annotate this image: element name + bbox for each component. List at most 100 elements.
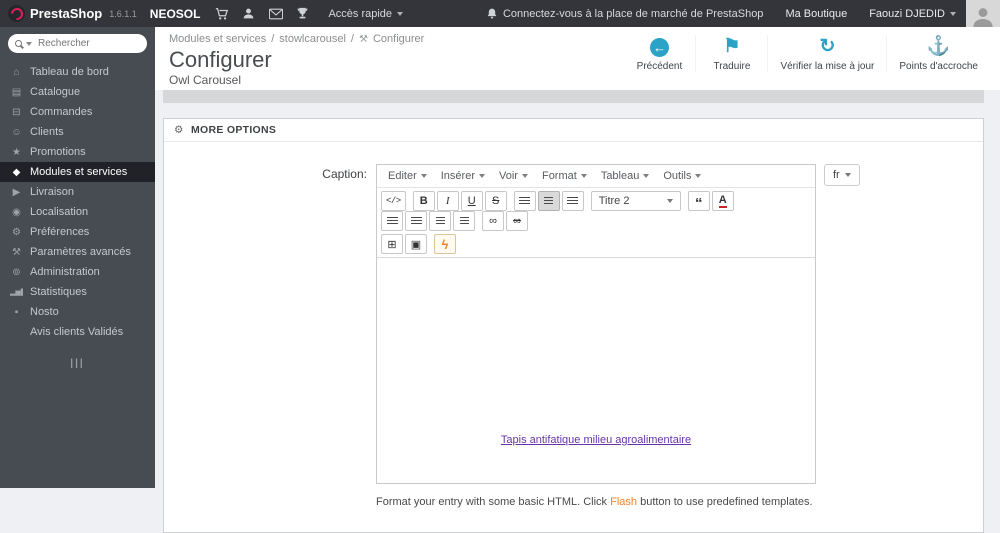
shop-name: NEOSOL: [150, 7, 201, 21]
action-label: Vérifier la mise à jour: [780, 61, 874, 72]
version-label: 1.6.1.1: [109, 9, 137, 19]
search-input[interactable]: [36, 37, 140, 50]
caption-form-row: Caption: Editer Insérer Voir Format: [164, 142, 983, 484]
sidebar-item-catalogue[interactable]: ▤ Catalogue: [0, 82, 155, 102]
nosto-icon: ▪: [10, 307, 23, 318]
sidebar-item-localisation[interactable]: ◉ Localisation: [0, 202, 155, 222]
sidebar-item-modules-et-services[interactable]: ◆ Modules et services: [0, 162, 155, 182]
avatar[interactable]: [966, 0, 1000, 27]
sidebar-item-administration[interactable]: ⊚ Administration: [0, 262, 155, 282]
source-code-button[interactable]: </>: [381, 191, 406, 211]
mail-icon[interactable]: [262, 0, 289, 27]
content-link[interactable]: Tapis antifatique milieu agroalimentaire: [501, 434, 691, 446]
table-button[interactable]: ⊞: [381, 234, 403, 254]
menu-format[interactable]: Format: [535, 167, 594, 185]
breadcrumb-modules[interactable]: Modules et services: [169, 33, 266, 45]
brand-name: PrestaShop: [30, 6, 102, 21]
administration-icon: ⊚: [10, 267, 23, 278]
check-update-button[interactable]: ↻ Vérifier la mise à jour: [767, 35, 886, 72]
breadcrumb-module-name[interactable]: stowlcarousel: [279, 33, 346, 45]
align-left-button[interactable]: [514, 191, 536, 211]
refresh-icon: ↻: [780, 35, 874, 59]
bold-button[interactable]: B: [413, 191, 435, 211]
editor-toolbar-row-2: ⊞ ▣ ϟ: [377, 231, 815, 257]
chevron-down-icon: [643, 174, 649, 178]
search-icon: [15, 40, 22, 47]
unlink-button[interactable]: ∞: [506, 211, 528, 231]
sidebar: ⌂ Tableau de bord ▤ Catalogue ⊟ Commande…: [0, 27, 155, 488]
flash-templates-button[interactable]: ϟ: [434, 234, 456, 254]
collapsed-panel-strip: [163, 90, 984, 103]
strikethrough-button[interactable]: S: [485, 191, 507, 211]
sidebar-item-nosto[interactable]: ▪ Nosto: [0, 302, 155, 322]
user-name-label: Faouzi DJEDID: [869, 8, 945, 20]
editor-menubar: Editer Insérer Voir Format Tableau: [377, 165, 815, 188]
main-content: Modules et services / stowlcarousel / ⚒ …: [155, 27, 1000, 488]
chevron-down-icon: [950, 12, 956, 16]
sidebar-item-parametres-avances[interactable]: ⚒ Paramètres avancés: [0, 242, 155, 262]
breadcrumb-separator: /: [351, 33, 354, 45]
localization-icon: ◉: [10, 207, 23, 218]
menu-table[interactable]: Tableau: [594, 167, 657, 185]
dashboard-icon: ⌂: [10, 67, 23, 78]
cart-icon[interactable]: [208, 0, 235, 27]
page-subtitle: Owl Carousel: [169, 73, 1000, 87]
menu-view[interactable]: Voir: [492, 167, 535, 185]
chevron-down-icon[interactable]: [26, 42, 32, 46]
numbered-list-button[interactable]: [405, 211, 427, 231]
menu-insert[interactable]: Insérer: [434, 167, 492, 185]
sidebar-item-commandes[interactable]: ⊟ Commandes: [0, 102, 155, 122]
image-button[interactable]: ▣: [405, 234, 427, 254]
stats-icon: ▂▅▇: [10, 288, 23, 296]
numbered-list-icon: [411, 217, 422, 226]
bullet-list-button[interactable]: [381, 211, 403, 231]
breadcrumb-current: Configurer: [373, 33, 424, 45]
translate-button[interactable]: ⚑ Traduire: [695, 35, 767, 72]
menu-tools[interactable]: Outils: [656, 167, 708, 185]
sidebar-collapse-toggle[interactable]: |||: [0, 358, 155, 369]
underline-button[interactable]: U: [461, 191, 483, 211]
quick-access-label: Accès rapide: [328, 8, 392, 20]
rich-text-editor: Editer Insérer Voir Format Tableau: [376, 164, 816, 484]
sidebar-item-livraison[interactable]: ▶ Livraison: [0, 182, 155, 202]
prestashop-logo[interactable]: PrestaShop 1.6.1.1 NEOSOL: [0, 5, 208, 22]
outdent-button[interactable]: [429, 211, 451, 231]
sidebar-item-tableau-de-bord[interactable]: ⌂ Tableau de bord: [0, 62, 155, 82]
previous-button[interactable]: ← Précédent: [623, 35, 695, 72]
sidebar-item-clients[interactable]: ☺ Clients: [0, 122, 155, 142]
topbar: PrestaShop 1.6.1.1 NEOSOL Accès rapide C…: [0, 0, 1000, 27]
hooks-button[interactable]: ⚓ Points d'accroche: [886, 35, 990, 72]
sidebar-item-label: Clients: [30, 126, 64, 138]
shipping-icon: ▶: [10, 187, 23, 198]
quick-access-menu[interactable]: Accès rapide: [316, 0, 415, 27]
sidebar-item-promotions[interactable]: ★ Promotions: [0, 142, 155, 162]
flash-help-link[interactable]: Flash: [610, 496, 637, 508]
format-select[interactable]: Titre 2: [591, 191, 681, 211]
sidebar-search[interactable]: [8, 34, 147, 53]
menu-edit[interactable]: Editer: [381, 167, 434, 185]
sidebar-item-avis-clients-valides[interactable]: Avis clients Validés: [0, 322, 155, 342]
marketplace-link[interactable]: Connectez-vous à la place de marché de P…: [476, 7, 774, 20]
sidebar-item-label: Localisation: [30, 206, 88, 218]
indent-button[interactable]: [453, 211, 475, 231]
my-shop-link[interactable]: Ma Boutique: [773, 8, 859, 20]
text-color-button[interactable]: A: [712, 191, 734, 211]
align-right-button[interactable]: [562, 191, 584, 211]
sidebar-item-label: Préférences: [30, 226, 89, 238]
italic-button[interactable]: I: [437, 191, 459, 211]
link-button[interactable]: ∞: [482, 211, 504, 231]
language-selector[interactable]: fr: [824, 164, 860, 186]
align-center-button[interactable]: [538, 191, 560, 211]
chevron-down-icon: [667, 199, 673, 203]
editor-content-area[interactable]: Tapis antifatique milieu agroalimentaire: [377, 257, 815, 483]
user-menu[interactable]: Faouzi DJEDID: [859, 8, 966, 20]
wrench-icon: ⚒: [359, 34, 368, 45]
blockquote-button[interactable]: “: [688, 191, 710, 211]
trophy-icon[interactable]: [289, 0, 316, 27]
sidebar-item-preferences[interactable]: ⚙ Préférences: [0, 222, 155, 242]
sidebar-item-label: Tableau de bord: [30, 66, 109, 78]
sidebar-item-statistiques[interactable]: ▂▅▇ Statistiques: [0, 282, 155, 302]
customer-icon[interactable]: [235, 0, 262, 27]
editor-toolbar-row-1: </> B I U S Titre 2: [377, 188, 815, 231]
action-label: Points d'accroche: [899, 61, 978, 72]
